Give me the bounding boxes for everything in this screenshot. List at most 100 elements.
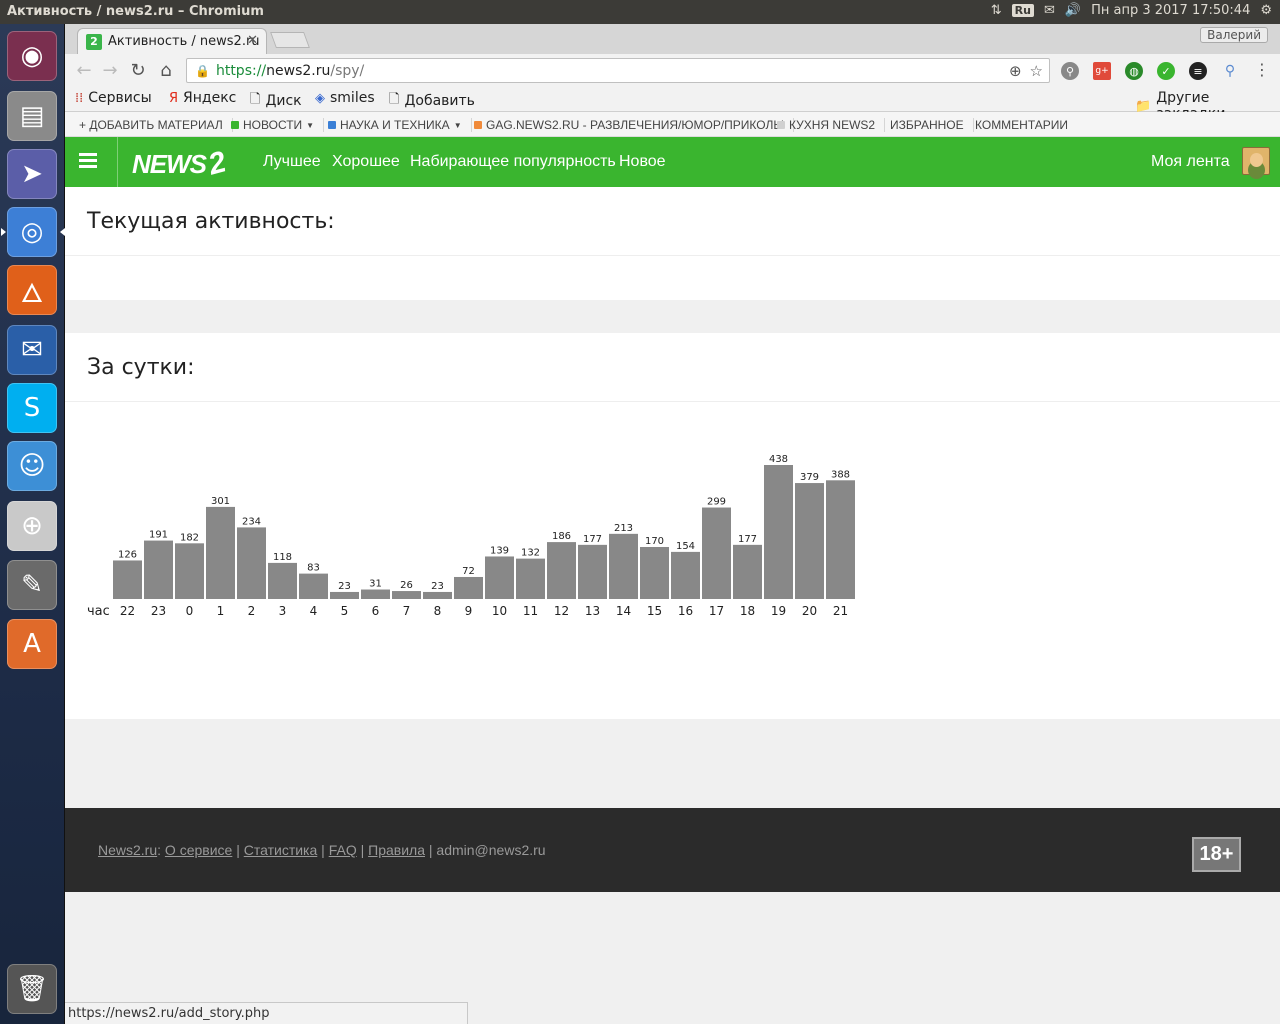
clock[interactable]: Пн апр 3 2017 17:50:44 <box>1091 3 1250 18</box>
x-tick-label: 2 <box>248 604 256 618</box>
chart-bar <box>144 540 173 599</box>
bookmark-label: Яндекс <box>183 90 237 106</box>
avatar[interactable] <box>1242 147 1270 175</box>
chart-bar <box>795 483 824 599</box>
network-icon[interactable]: ⇅ <box>991 3 1002 18</box>
x-tick-label: 23 <box>151 604 166 618</box>
shield-icon[interactable]: ✓ <box>1157 62 1175 80</box>
back-arrow-icon[interactable]: ← <box>73 60 95 81</box>
ubuntu-dash-icon[interactable]: ◉ <box>7 31 57 81</box>
bookmark-item[interactable]: 🗋 Диск <box>250 90 302 112</box>
bookmark-label: smiles <box>330 90 375 106</box>
bar-value-label: 379 <box>800 472 819 483</box>
main-nav-link[interactable]: Набирающее популярность <box>410 153 616 171</box>
bar-value-label: 182 <box>180 532 199 543</box>
thunderbird-icon[interactable]: ✉ <box>7 325 57 375</box>
settings-tools-icon[interactable]: ✎ <box>7 560 57 610</box>
bar-value-label: 154 <box>676 541 695 552</box>
chevron-down-icon: ▼ <box>306 120 315 130</box>
main-nav-link[interactable]: Новое <box>619 153 666 171</box>
site-nav-label: НАУКА И ТЕХНИКА <box>340 118 450 132</box>
tab-active[interactable]: 2 Активность / news2.ru ✕ <box>77 28 267 54</box>
footer-link-rules[interactable]: Правила <box>368 842 425 858</box>
daily-activity-panel: За сутки: час 126 22 191 23 182 0 301 1 234 2 118 3 8… <box>65 333 1280 719</box>
my-feed-link[interactable]: Моя лента <box>1151 153 1230 171</box>
x-tick-label: 0 <box>186 604 194 618</box>
gear-icon[interactable]: ⚙ <box>1260 3 1272 18</box>
x-tick-label: 1 <box>217 604 225 618</box>
chevron-down-icon: ▼ <box>453 120 462 130</box>
tab-title: Активность / news2.ru <box>108 34 260 49</box>
chromium-icon[interactable]: ◎ <box>1 207 65 257</box>
x-tick-label: 5 <box>341 604 349 618</box>
chart-bar <box>640 546 669 599</box>
site-nav-item[interactable]: НОВОСТИ ▼ <box>231 118 325 132</box>
bookmark-label: Добавить <box>404 93 475 109</box>
reload-icon[interactable]: ↻ <box>127 60 149 81</box>
url-host: news2.ru <box>266 62 331 79</box>
zoom-icon[interactable]: ⊕ <box>1009 62 1022 80</box>
category-dot-icon <box>474 121 482 129</box>
site-nav-item[interactable]: + ДОБАВИТЬ МАТЕРИАЛ <box>79 118 233 132</box>
close-icon[interactable]: ✕ <box>247 33 258 48</box>
x-tick-label: 3 <box>279 604 287 618</box>
footer-site-link[interactable]: News2.ru <box>98 842 157 858</box>
firefox-icon[interactable]: 🜂 <box>7 265 57 315</box>
search-icon[interactable]: ⚲ <box>1221 62 1239 80</box>
extension-dark-icon[interactable]: ≡ <box>1189 62 1207 80</box>
forward-arrow-icon[interactable]: → <box>99 60 121 81</box>
star-icon[interactable]: ☆ <box>1030 62 1043 80</box>
hamburger-menu-icon[interactable] <box>79 153 97 169</box>
web-page: + ДОБАВИТЬ МАТЕРИАЛ НОВОСТИ ▼ НАУКА И ТЕХНИ… <box>65 112 1280 1024</box>
main-nav-link[interactable]: Хорошее <box>332 153 400 171</box>
chart-bar <box>175 543 204 599</box>
cursor-app-icon[interactable]: ➤ <box>7 149 57 199</box>
chart-bar <box>454 576 483 599</box>
site-nav-item[interactable]: ИЗБРАННОЕ <box>890 118 974 132</box>
pidgin-icon[interactable]: ☺ <box>7 441 57 491</box>
bookmark-item[interactable]: ◈ smiles <box>315 90 375 106</box>
browser-tab-strip: 2 Активность / news2.ru ✕ Валерий <box>65 24 1280 54</box>
target-app-icon[interactable]: ⊕ <box>7 501 57 551</box>
footer-link-about[interactable]: О сервисе <box>165 842 232 858</box>
bar-value-label: 177 <box>583 534 602 545</box>
page-icon: 🗋 <box>389 92 400 107</box>
trash-icon[interactable]: 🗑 <box>7 964 57 1014</box>
extension-badge-icon[interactable]: ◍ <box>1125 62 1143 80</box>
file-cabinet-icon[interactable]: ▤ <box>7 91 57 141</box>
volume-icon[interactable]: 🔊 <box>1065 3 1081 18</box>
profile-button[interactable]: Валерий <box>1200 27 1268 43</box>
site-logo[interactable]: NEWS2 <box>132 146 229 182</box>
logo-divider <box>117 137 118 187</box>
bar-value-label: 126 <box>118 549 137 560</box>
bookmark-item[interactable]: 🗋 Добавить <box>389 90 475 112</box>
keyboard-layout-indicator[interactable]: Ru <box>1011 4 1034 17</box>
site-nav-item[interactable]: НАУКА И ТЕХНИКА ▼ <box>328 118 472 132</box>
bookmark-item[interactable]: ⁞⁞ Сервисы <box>75 90 152 106</box>
software-center-icon[interactable]: A <box>7 619 57 669</box>
mail-icon[interactable]: ✉ <box>1044 3 1055 18</box>
category-dot-icon <box>328 121 336 129</box>
bar-value-label: 234 <box>242 516 261 527</box>
skype-icon[interactable]: S <box>7 383 57 433</box>
site-nav-item[interactable]: GAG.NEWS2.RU - РАЗВЛЕЧЕНИЯ/ЮМОР/ПРИКОЛЫ <box>474 118 794 132</box>
bar-value-label: 132 <box>521 548 540 559</box>
site-nav-item[interactable]: КУХНЯ NEWS2 <box>777 118 886 132</box>
main-nav-link[interactable]: Лучшее <box>263 153 321 171</box>
x-tick-label: 9 <box>465 604 473 618</box>
google-plus-icon[interactable]: g+ <box>1093 62 1111 80</box>
footer-link-stats[interactable]: Статистика <box>244 842 318 858</box>
address-bar[interactable]: 🔒 https:// news2.ru /spy/ ⊕ ☆ <box>186 58 1050 83</box>
chart-bar <box>516 558 545 599</box>
site-nav-item[interactable]: КОММЕНТАРИИ <box>975 118 1077 132</box>
chart-bar <box>826 480 855 599</box>
extension-search-icon[interactable]: ⚲ <box>1061 62 1079 80</box>
footer-link-faq[interactable]: FAQ <box>329 842 357 858</box>
new-tab-button[interactable] <box>270 32 310 48</box>
home-icon[interactable]: ⌂ <box>155 60 177 81</box>
menu-kebab-icon[interactable]: ⋮ <box>1254 60 1270 79</box>
bookmark-item[interactable]: Я Яндекс <box>169 90 236 106</box>
category-dot-icon <box>231 121 239 129</box>
bar-value-label: 118 <box>273 552 292 563</box>
bar-value-label: 23 <box>431 581 444 592</box>
